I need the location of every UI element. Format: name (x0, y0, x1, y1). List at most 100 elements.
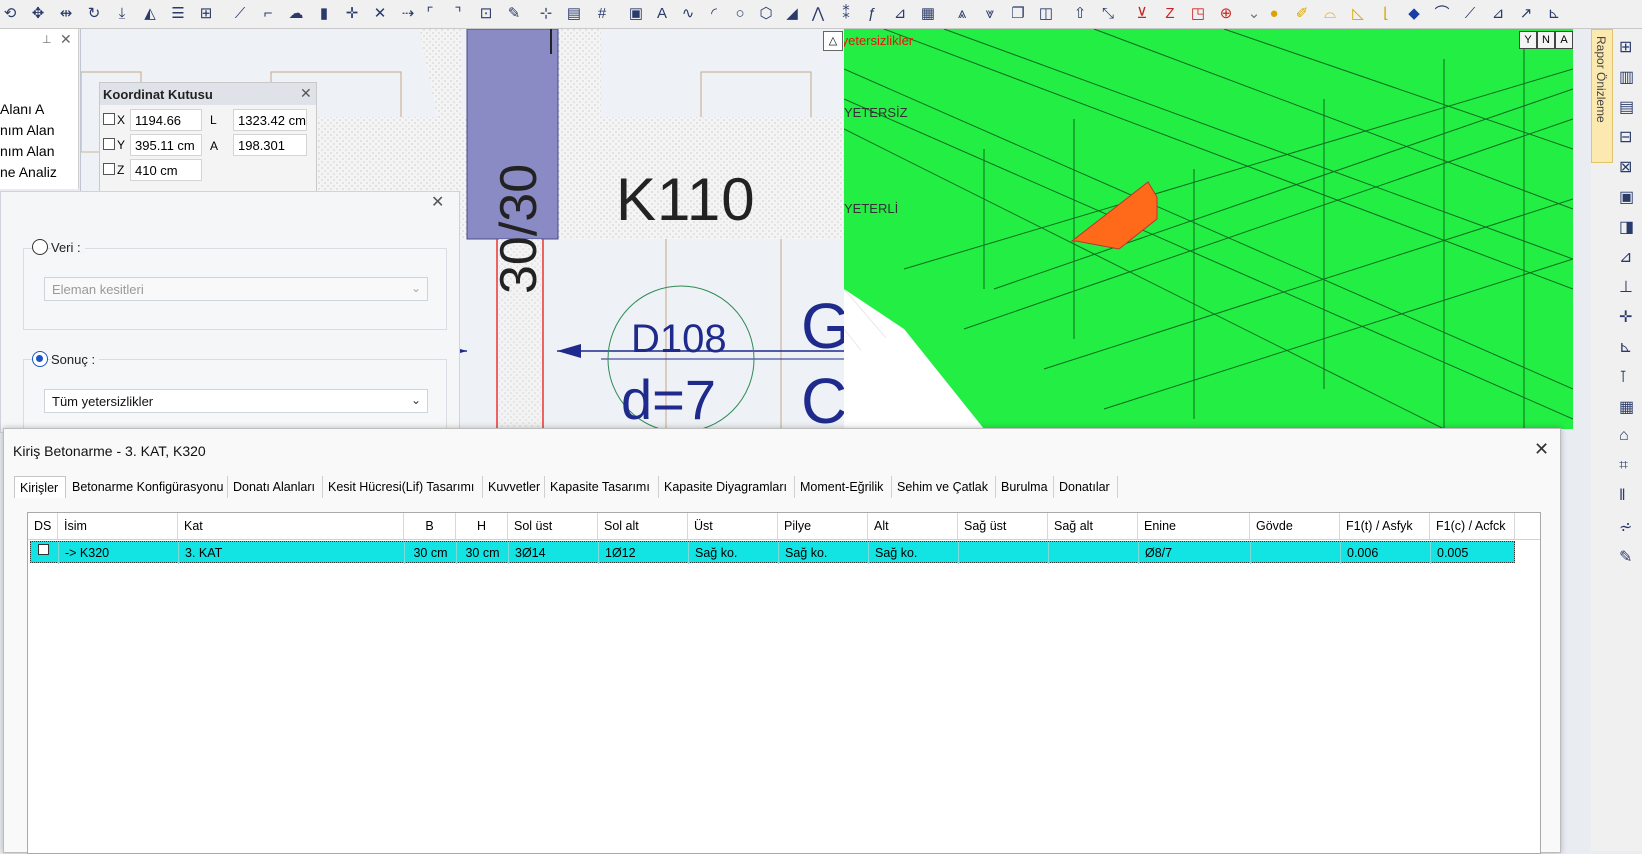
report-preview-tab[interactable]: Rapor Önizleme (1591, 29, 1613, 163)
extend-line-icon[interactable]: ⟋ (230, 4, 250, 24)
layer-up-icon[interactable]: ⩓ (952, 4, 972, 24)
rotate-icon[interactable]: ↻ (84, 4, 104, 24)
3d-model-view[interactable]: Tüm yetersizlikler YETERSİZ YETERLİ Y N … (844, 29, 1573, 429)
copy-move-icon[interactable]: ⇹ (56, 4, 76, 24)
dim-xy-icon[interactable]: ⊻ (1132, 4, 1152, 24)
column-header-f1t[interactable]: F1(t) / Asfyk (1340, 513, 1430, 539)
sidebar-tool-12-icon[interactable]: ⊺ (1619, 367, 1627, 387)
line-graph-icon[interactable]: ⟋ (1460, 4, 1480, 24)
bar-chart-icon[interactable]: ▮ (314, 4, 334, 24)
veri-radio[interactable] (32, 239, 48, 255)
view-n-button[interactable]: N (1537, 31, 1555, 49)
image-icon[interactable]: ▣ (626, 4, 646, 24)
sidebar-tool-14-icon[interactable]: ⌂ (1619, 427, 1629, 445)
dim-z-icon[interactable]: Z (1160, 4, 1180, 24)
z-lock-checkbox[interactable] (103, 163, 115, 175)
sidebar-tool-1-icon[interactable]: ⊞ (1619, 37, 1632, 57)
sidebar-tool-4-icon[interactable]: ⊟ (1619, 127, 1632, 147)
sidebar-tool-6-icon[interactable]: ▣ (1619, 187, 1634, 207)
y-input[interactable]: 395.11 cm (130, 134, 202, 156)
sonuc-select-chevron-icon[interactable]: ⌄ (411, 393, 421, 407)
dim-3d-icon[interactable]: ◳ (1188, 4, 1208, 24)
graph-icon[interactable]: ⊿ (890, 4, 910, 24)
break-line-icon[interactable]: ⌐ (258, 4, 278, 24)
rotate-view-icon[interactable]: ⟲ (0, 4, 20, 24)
tab-kirisler[interactable]: Kirişler (14, 476, 66, 498)
veri-select-chevron-icon[interactable]: ⌄ (411, 281, 421, 295)
fillet-icon[interactable]: ⌜ (420, 4, 440, 24)
column-header-h[interactable]: H (456, 513, 508, 539)
chart-icon[interactable]: ↗ (1516, 4, 1536, 24)
corner-icon[interactable]: ⌊ (1376, 4, 1396, 24)
chamfer-icon[interactable]: ⌝ (448, 4, 468, 24)
column-header-sol-alt[interactable]: Sol alt (598, 513, 688, 539)
dropdown-chevron-icon[interactable]: ⌄ (1244, 4, 1264, 24)
row-ds-checkbox[interactable] (38, 544, 49, 555)
window-icon[interactable]: ❐ (1008, 4, 1028, 24)
target-icon[interactable]: ⊕ (1216, 4, 1236, 24)
table-row[interactable]: -> K320 3. KAT 30 cm 30 cm 3Ø14 1Ø12 Sağ… (30, 541, 1515, 564)
column-header-kat[interactable]: Kat (178, 513, 404, 539)
sidebar-tool-7-icon[interactable]: ◨ (1619, 217, 1634, 237)
x-input[interactable]: 1194.66 cm (130, 109, 202, 150)
hatch-icon[interactable]: ◢ (782, 4, 802, 24)
column-header-b[interactable]: B (404, 513, 456, 539)
sidebar-tool-11-icon[interactable]: ⊾ (1619, 337, 1632, 357)
view-y-button[interactable]: Y (1519, 31, 1537, 49)
tab-moment-egrilik[interactable]: Moment-Eğrilik (795, 476, 892, 498)
block-icon[interactable]: ▤ (564, 4, 584, 24)
points-icon[interactable]: ⁑ (836, 4, 856, 24)
sidebar-tool-15-icon[interactable]: ⌗ (1619, 457, 1628, 475)
tab-donati-alanlari[interactable]: Donatı Alanları (228, 476, 323, 498)
trim-icon[interactable]: ⤓ (112, 4, 132, 24)
sidebar-tool-5-icon[interactable]: ⊠ (1619, 157, 1632, 177)
polygon-icon[interactable]: ⬡ (756, 4, 776, 24)
tab-kesit-hucresi[interactable]: Kesit Hücresi(Lif) Tasarımı (323, 476, 483, 498)
column-header-ust[interactable]: Üst (688, 513, 778, 539)
column-header-sag-alt[interactable]: Sağ alt (1048, 513, 1138, 539)
arrow-up-icon[interactable]: ⇧ (1070, 4, 1090, 24)
pin-icon[interactable]: ⊥ (42, 33, 52, 46)
x-lock-checkbox[interactable] (103, 113, 115, 125)
arc-icon[interactable]: ◜ (704, 4, 724, 24)
sidebar-tool-9-icon[interactable]: ⊥ (1619, 277, 1633, 297)
dimension-icon[interactable]: ⊹ (536, 4, 556, 24)
tab-donatilar[interactable]: Donatılar (1054, 476, 1118, 498)
triangle-ruler-icon[interactable]: ◺ (1348, 4, 1368, 24)
explode-icon[interactable]: ✕ (370, 4, 390, 24)
trend-icon[interactable]: ⊾ (1544, 4, 1564, 24)
sidebar-tool-13-icon[interactable]: ▦ (1619, 397, 1634, 417)
veri-select[interactable]: Eleman kesitleri (44, 277, 428, 301)
arch-icon[interactable]: ⌓ (1320, 4, 1340, 24)
sidebar-tool-17-icon[interactable]: ⩫ (1619, 517, 1632, 537)
pencil-ruler-icon[interactable]: ✐ (1292, 4, 1312, 24)
zigzag-icon[interactable]: ⋀ (808, 4, 828, 24)
circle-icon[interactable]: ○ (730, 4, 750, 24)
pen-icon[interactable]: ✎ (504, 4, 524, 24)
blue-tag-icon[interactable]: ◆ (1404, 4, 1424, 24)
column-header-f1c[interactable]: F1(c) / Acfck (1430, 513, 1515, 539)
sidebar-tool-16-icon[interactable]: ‖ (1619, 487, 1626, 505)
function-icon[interactable]: ƒ (862, 4, 882, 24)
y-lock-checkbox[interactable] (103, 138, 115, 150)
split-icon[interactable]: ◫ (1036, 4, 1056, 24)
coordinate-box-close-icon[interactable]: ✕ (300, 85, 312, 102)
mirror-icon[interactable]: ◭ (140, 4, 160, 24)
column-header-sag-ust[interactable]: Sağ üst (958, 513, 1048, 539)
resize-icon[interactable]: ⤡ (1098, 4, 1118, 24)
table-icon[interactable]: ▦ (918, 4, 938, 24)
tab-kapasite-tasarimi[interactable]: Kapasite Tasarımı (545, 476, 659, 498)
column-header-pilye[interactable]: Pilye (778, 513, 868, 539)
grid-icon[interactable]: # (592, 4, 612, 24)
close-icon[interactable]: ✕ (60, 31, 72, 48)
sidebar-tool-2-icon[interactable]: ▥ (1619, 67, 1634, 87)
column-header-enine[interactable]: Enine (1138, 513, 1250, 539)
curve-graph-icon[interactable]: ⌒ (1432, 4, 1452, 24)
column-header-isim[interactable]: İsim (58, 513, 178, 539)
offset-icon[interactable]: ⇢ (398, 4, 418, 24)
cloud-icon[interactable]: ☁ (286, 4, 306, 24)
l-input[interactable]: 1323.42 cm (233, 109, 307, 131)
cross-icon[interactable]: ✛ (342, 4, 362, 24)
column-header-govde[interactable]: Gövde (1250, 513, 1340, 539)
column-header-ds[interactable]: DS (28, 513, 58, 539)
